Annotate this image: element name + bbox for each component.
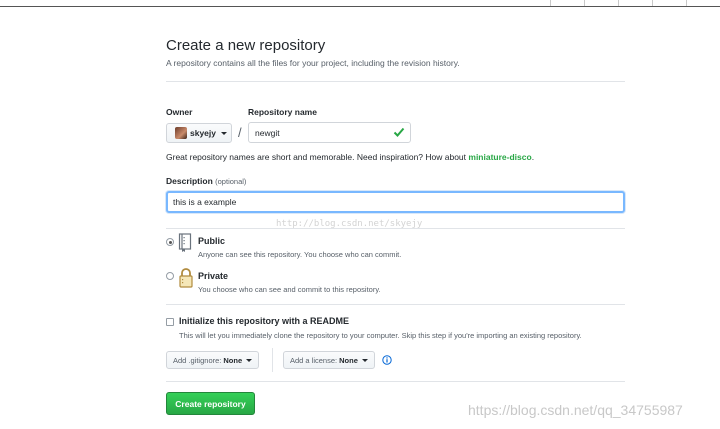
public-title: Public: [198, 236, 226, 246]
watermark-middle: http://blog.csdn.net/skyejy: [276, 219, 423, 229]
gitignore-prefix: Add .gitignore:: [173, 355, 222, 365]
divider: [166, 81, 625, 82]
private-radio[interactable]: [166, 272, 174, 280]
license-prefix: Add a license:: [290, 355, 338, 365]
page-title: Create a new repository: [166, 37, 326, 54]
optional-tag: (optional): [215, 177, 247, 186]
owner-dropdown[interactable]: skyejy: [166, 123, 232, 143]
divider: [166, 381, 625, 382]
owner-label: Owner: [166, 107, 193, 117]
lock-icon: [179, 268, 193, 288]
top-bar: [0, 0, 720, 7]
readme-desc: This will let you immediately clone the …: [179, 331, 582, 340]
repo-name-input[interactable]: newgit: [248, 122, 411, 143]
caret-down-icon: [246, 358, 253, 362]
description-input[interactable]: this is a example: [166, 191, 625, 213]
page-subtitle: A repository contains all the files for …: [166, 58, 460, 68]
private-desc: You choose who can see and commit to thi…: [198, 285, 381, 294]
repo-name-value: newgit: [255, 127, 280, 138]
license-select[interactable]: Add a license: None: [283, 351, 375, 369]
caret-down-icon: [221, 131, 227, 135]
hint-text: Great repository names are short and mem…: [166, 152, 469, 162]
gitignore-select[interactable]: Add .gitignore: None: [166, 351, 260, 369]
create-repository-button[interactable]: Create repository: [166, 392, 255, 415]
top-bar-tab[interactable]: [652, 0, 686, 6]
check-icon: [393, 127, 405, 137]
repo-name-label: Repository name: [248, 107, 317, 117]
license-value: None: [339, 355, 358, 365]
owner-repo-separator: /: [238, 125, 242, 140]
readme-checkbox[interactable]: [166, 318, 174, 326]
description-label-text: Description: [166, 176, 213, 186]
top-bar-tab[interactable]: [618, 0, 652, 6]
name-suggestion-link[interactable]: miniature-disco: [468, 152, 531, 162]
caret-down-icon: [361, 358, 368, 362]
owner-value: skyejy: [190, 128, 216, 138]
description-value: this is a example: [173, 197, 237, 207]
description-label: Description (optional): [166, 176, 246, 186]
public-radio[interactable]: [166, 238, 174, 246]
readme-title: Initialize this repository with a README: [179, 316, 350, 326]
info-icon[interactable]: [382, 355, 392, 365]
top-bar-tab[interactable]: [686, 0, 720, 6]
top-bar-tab[interactable]: [550, 0, 584, 6]
gitignore-value: None: [223, 355, 243, 365]
public-desc: Anyone can see this repository. You choo…: [198, 250, 402, 259]
hint-end: .: [531, 152, 535, 162]
private-title: Private: [198, 271, 229, 281]
avatar: [175, 127, 187, 139]
top-bar-tabs: [550, 0, 720, 6]
divider: [166, 304, 625, 305]
select-separator: [272, 348, 273, 372]
repo-icon: [178, 233, 192, 252]
top-bar-tab[interactable]: [584, 0, 618, 6]
watermark-bottom-right: https://blog.csdn.net/qq_34755987: [468, 402, 683, 418]
name-hint: Great repository names are short and mem…: [166, 152, 534, 162]
